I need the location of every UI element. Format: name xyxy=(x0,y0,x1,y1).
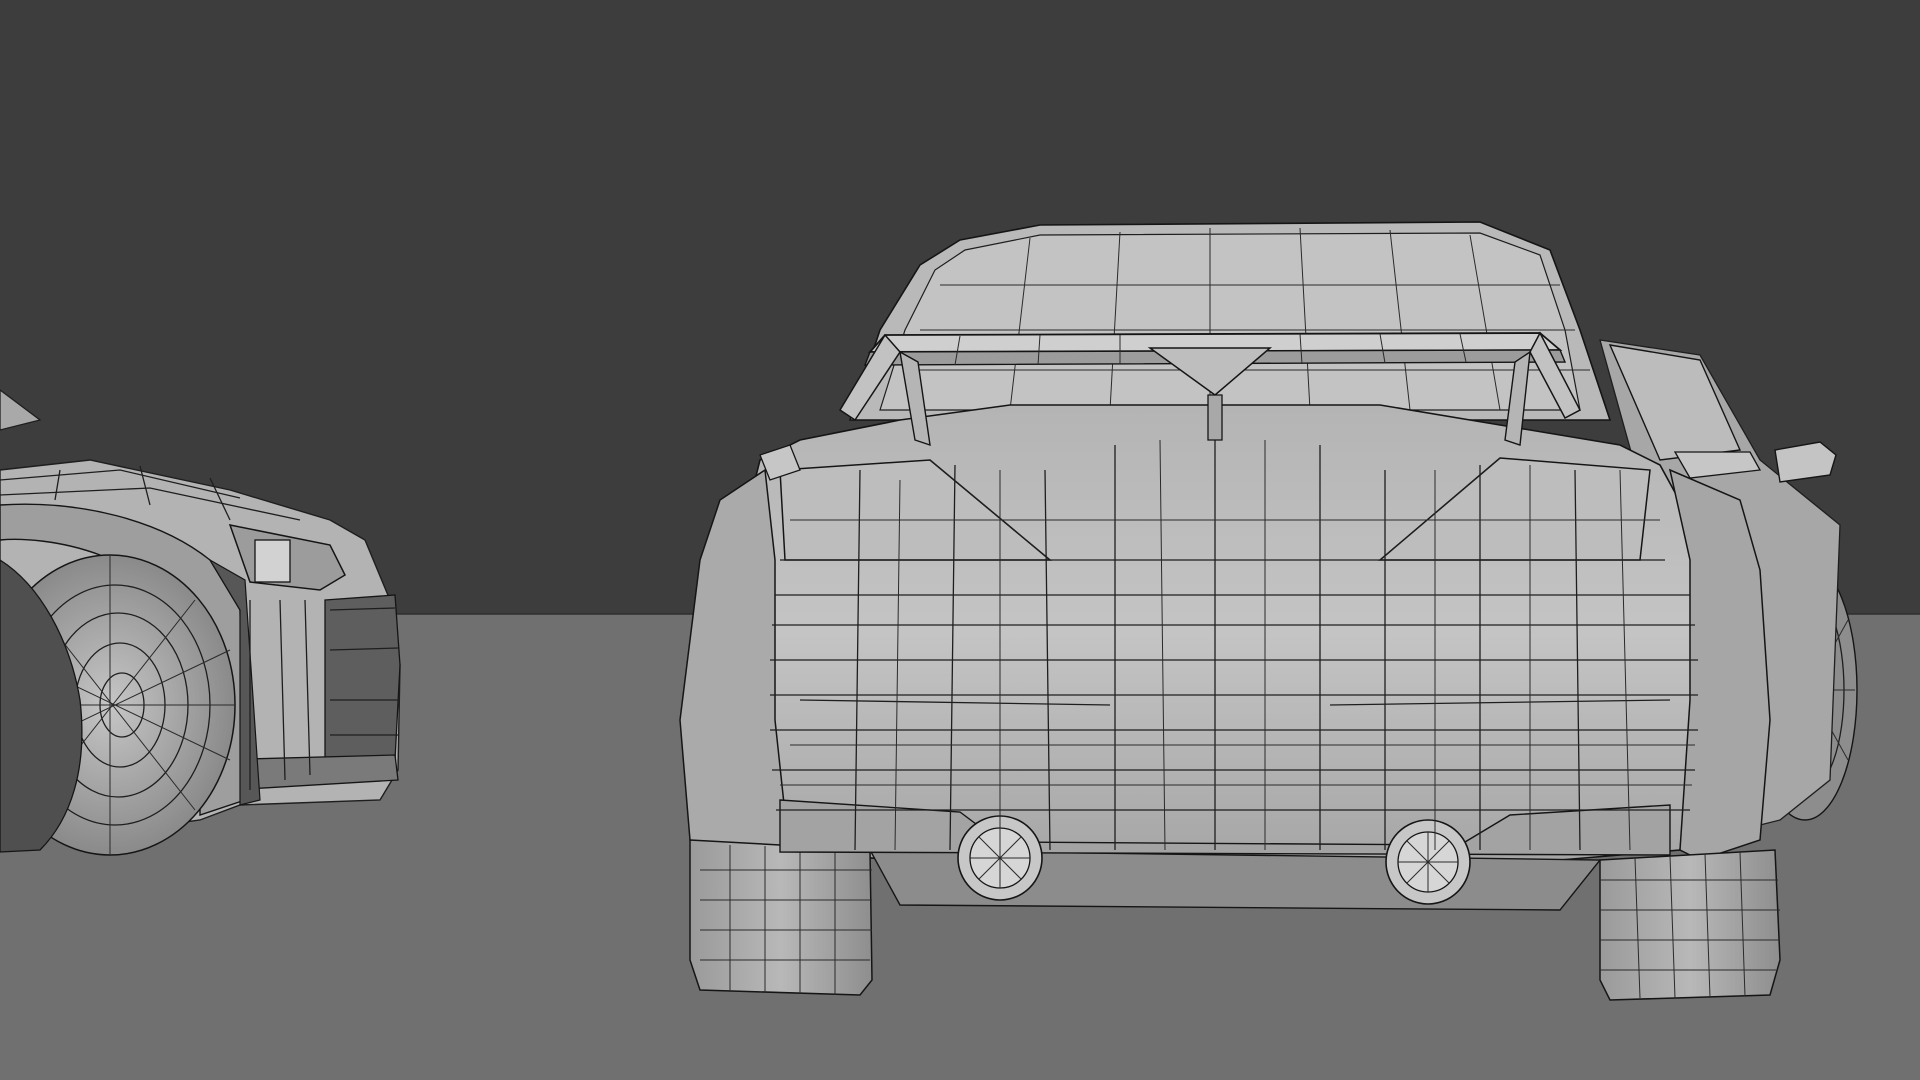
rear-car-side-mirror xyxy=(1774,441,1837,483)
left-car-headlight-lens xyxy=(254,539,291,583)
rear-car-rear-window xyxy=(879,232,1581,411)
3d-viewport[interactable] xyxy=(0,0,1920,1080)
rear-car-right-wheel xyxy=(1599,849,1781,1001)
rear-car-left-wheel xyxy=(689,839,873,996)
left-car-grille xyxy=(324,594,401,771)
rear-car-exhaust-right xyxy=(1385,819,1471,905)
